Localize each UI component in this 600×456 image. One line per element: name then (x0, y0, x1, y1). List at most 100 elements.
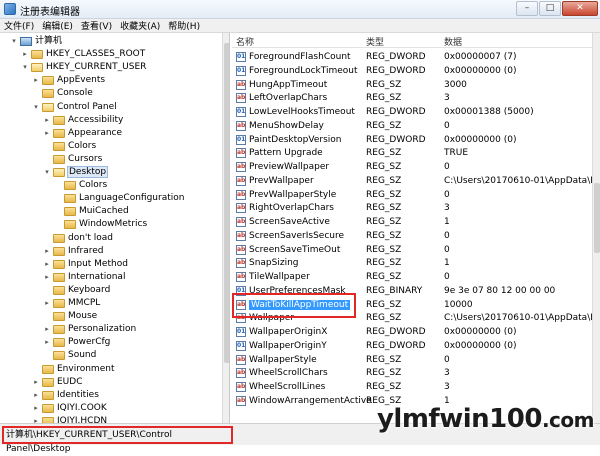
tree-node[interactable]: Colors (43, 140, 96, 153)
tree-node[interactable]: ▾ Control Panel (32, 101, 117, 114)
expand-arrow-icon[interactable]: ▸ (43, 297, 51, 310)
tree-node[interactable]: Colors (54, 179, 107, 192)
value-row[interactable]: ScreenSaveTimeOut REG_SZ 0 (232, 243, 592, 257)
expand-arrow-icon[interactable]: ▸ (32, 74, 40, 87)
value-row[interactable]: Pattern Upgrade REG_SZ TRUE (232, 146, 592, 160)
value-row[interactable]: LeftOverlapChars REG_SZ 3 (232, 91, 592, 105)
string-value-icon (236, 146, 246, 160)
tree-node[interactable]: ▸ International (43, 271, 125, 284)
tree-node[interactable]: ▸ Identities (32, 389, 99, 402)
tree-node[interactable]: ▸ AppEvents (32, 74, 105, 87)
tree-node[interactable]: Sound (43, 349, 96, 362)
key-tree[interactable]: ▸ IQIYI.HCDN ▸ IQIYI.COOK ▸ Identities ▸ EUDC En… (0, 33, 230, 423)
value-row[interactable]: PaintDesktopVersion REG_DWORD 0x00000000 (… (232, 133, 592, 147)
tree-node[interactable]: ▸ Input Method (43, 258, 128, 271)
expand-arrow-icon[interactable]: ▸ (43, 245, 51, 258)
menu-edit[interactable]: 编辑(E) (42, 19, 73, 32)
collapse-arrow-icon[interactable]: ▾ (21, 61, 29, 74)
expand-arrow-icon[interactable]: ▸ (43, 336, 51, 349)
close-button[interactable]: ✕ (562, 1, 598, 16)
menu-view[interactable]: 查看(V) (81, 19, 112, 32)
value-row[interactable]: MenuShowDelay REG_SZ 0 (232, 119, 592, 133)
expand-arrow-icon[interactable]: ▸ (43, 323, 51, 336)
value-row[interactable]: WallpaperStyle REG_SZ 0 (232, 353, 592, 367)
folder-icon (53, 325, 65, 335)
expand-arrow-icon[interactable]: ▸ (32, 389, 40, 402)
value-row[interactable]: WheelScrollChars REG_SZ 3 (232, 366, 592, 380)
value-data: 0x00001388 (5000) (444, 107, 534, 117)
maximize-button[interactable]: □ (539, 1, 561, 16)
value-row[interactable]: ForegroundFlashCount REG_DWORD 0x00000007 … (232, 50, 592, 64)
menu-favorites[interactable]: 收藏夹(A) (120, 19, 160, 32)
expand-arrow-icon[interactable]: ▸ (43, 258, 51, 271)
menu-file[interactable]: 文件(F) (4, 19, 34, 32)
tree-node[interactable]: Cursors (43, 153, 102, 166)
tree-node[interactable]: ▸ IQIYI.COOK (32, 402, 107, 415)
expand-arrow-icon[interactable]: ▸ (32, 376, 40, 389)
collapse-arrow-icon[interactable]: ▾ (43, 166, 51, 179)
window-title: 注册表编辑器 (20, 7, 80, 18)
tree-node[interactable]: ▸ Accessibility (43, 114, 123, 127)
expand-arrow-icon[interactable]: ▸ (43, 114, 51, 127)
value-row[interactable]: PreviewWallpaper REG_SZ 0 (232, 160, 592, 174)
expand-arrow-icon[interactable]: ▸ (32, 402, 40, 415)
value-row[interactable]: ForegroundLockTimeout REG_DWORD 0x00000000… (232, 64, 592, 78)
tree-node[interactable]: ▾ Desktop (43, 166, 109, 179)
expand-arrow-icon[interactable]: ▸ (21, 48, 29, 61)
list-scrollbar[interactable] (592, 33, 600, 423)
value-list[interactable]: 名称 类型 数据 ForegroundFlashCount REG_DWORD 0x… (232, 33, 600, 423)
tree-node[interactable]: ▸ Appearance (43, 127, 122, 140)
list-scroll-thumb[interactable] (594, 183, 600, 253)
tree-node[interactable]: LanguageConfiguration (54, 192, 184, 205)
value-row[interactable]: HungAppTimeout REG_SZ 3000 (232, 78, 592, 92)
column-header-data[interactable]: 数据 (444, 35, 462, 48)
column-header-type[interactable]: 类型 (366, 35, 384, 48)
tree-node[interactable]: Mouse (43, 310, 97, 323)
value-row[interactable]: ScreenSaveActive REG_SZ 1 (232, 215, 592, 229)
value-name: WindowArrangementActive (249, 395, 372, 406)
value-row[interactable]: PrevWallpaperStyle REG_SZ 0 (232, 188, 592, 202)
tree-node[interactable]: Keyboard (43, 284, 110, 297)
value-name-cell: MenuShowDelay (236, 119, 324, 133)
expand-arrow-icon[interactable]: ▸ (32, 415, 40, 423)
expand-arrow-icon[interactable]: ▸ (43, 127, 51, 140)
tree-node[interactable]: WindowMetrics (54, 218, 147, 231)
value-row[interactable]: WallpaperOriginX REG_DWORD 0x00000000 (0) (232, 325, 592, 339)
value-row[interactable]: ScreenSaverIsSecure REG_SZ 0 (232, 229, 592, 243)
tree-node[interactable]: ▸ MMCPL (43, 297, 100, 310)
value-data: 0 (444, 244, 450, 255)
tree-node[interactable]: ▾ 计算机 (10, 35, 62, 48)
minimize-button[interactable]: – (516, 1, 538, 16)
value-row[interactable]: WallpaperOriginY REG_DWORD 0x00000000 (0) (232, 339, 592, 353)
value-name: WheelScrollLines (249, 382, 326, 392)
value-row[interactable]: WheelScrollLines REG_SZ 3 (232, 380, 592, 394)
value-row[interactable]: LowLevelHooksTimeout REG_DWORD 0x00001388 … (232, 105, 592, 119)
value-row[interactable]: RightOverlapChars REG_SZ 3 (232, 201, 592, 215)
tree-node[interactable]: MuiCached (54, 205, 129, 218)
value-row[interactable]: TileWallpaper REG_SZ 0 (232, 270, 592, 284)
value-row[interactable]: SnapSizing REG_SZ 1 (232, 256, 592, 270)
tree-node[interactable]: ▸ PowerCfg (43, 336, 110, 349)
expand-arrow-icon[interactable]: ▸ (43, 271, 51, 284)
string-value-icon (236, 160, 246, 174)
string-value-icon (236, 353, 246, 367)
tree-node[interactable]: ▸ Personalization (43, 323, 136, 336)
tree-node-label: LanguageConfiguration (79, 193, 185, 204)
menu-help[interactable]: 帮助(H) (168, 19, 200, 32)
tree-node[interactable]: don't load (43, 232, 113, 245)
tree-node[interactable]: Environment (32, 363, 114, 376)
tree-node[interactable]: ▸ IQIYI.HCDN (32, 415, 107, 423)
tree-node[interactable]: ▾ HKEY_CURRENT_USER (21, 61, 146, 74)
value-name-cell: PreviewWallpaper (236, 160, 329, 174)
tree-node[interactable]: Console (32, 87, 93, 100)
collapse-arrow-icon[interactable]: ▾ (32, 101, 40, 114)
value-row[interactable]: PrevWallpaper REG_SZ C:\Users\20170610-01\… (232, 174, 592, 188)
tree-scroll-thumb[interactable] (224, 43, 229, 363)
tree-node[interactable]: ▸ EUDC (32, 376, 83, 389)
tree-node[interactable]: ▸ HKEY_CLASSES_ROOT (21, 48, 145, 61)
tree-scrollbar[interactable] (222, 33, 229, 423)
column-header-name[interactable]: 名称 (236, 35, 254, 48)
tree-node[interactable]: ▸ Infrared (43, 245, 104, 258)
folder-icon (42, 403, 54, 413)
collapse-arrow-icon[interactable]: ▾ (10, 35, 18, 48)
